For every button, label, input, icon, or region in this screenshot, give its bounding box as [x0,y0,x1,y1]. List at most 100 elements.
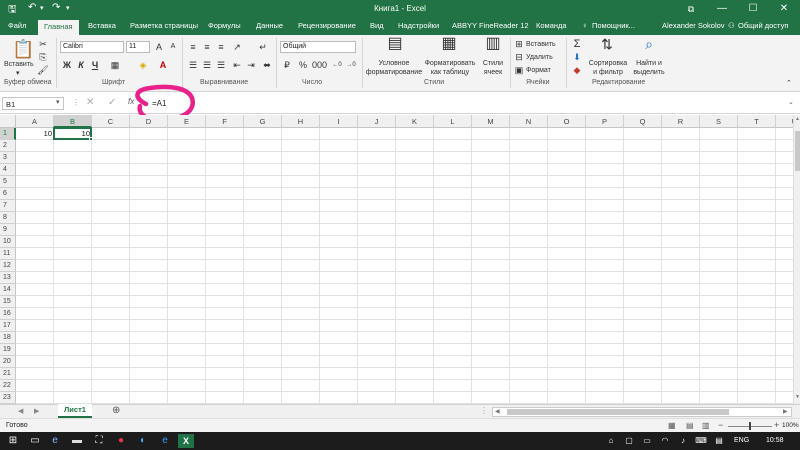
tell-me-search[interactable]: Помощник... [592,21,635,30]
column-header-h[interactable]: H [282,115,320,128]
row-header-8[interactable]: 8 [0,212,16,224]
column-header-n[interactable]: N [510,115,548,128]
format-painter-icon[interactable]: 🖌 [36,64,50,76]
row-header-19[interactable]: 19 [0,344,16,356]
new-sheet-icon[interactable]: ⊕ [112,405,120,416]
paste-icon[interactable]: 📋 [12,39,34,59]
battery-icon[interactable]: ▭ [640,434,654,448]
scroll-down-icon[interactable]: ▼ [795,394,800,400]
column-header-p[interactable]: P [586,115,624,128]
format-as-table-icon[interactable]: ▦ [440,36,458,56]
excel-taskbar-icon[interactable]: X [178,434,194,448]
decrease-indent-icon[interactable]: ⇤ [230,59,244,71]
align-left-icon[interactable]: ☰ [186,59,200,71]
delete-cells-button[interactable]: Удалить [526,53,553,62]
wifi-icon[interactable]: ◠ [658,434,672,448]
format-as-table-button[interactable]: Форматировать как таблицу [420,59,480,77]
row-header-6[interactable]: 6 [0,188,16,200]
ribbon-display-options-icon[interactable]: ⧉ [676,0,706,18]
row-header-1[interactable]: 1 [0,128,16,140]
fill-handle[interactable] [89,137,93,141]
clock[interactable]: 10:58 [766,437,784,444]
cell-styles-button[interactable]: Стили ячеек [478,59,508,77]
column-header-s[interactable]: S [700,115,738,128]
wrap-text-icon[interactable]: ↵ [256,41,270,53]
find-select-icon[interactable]: ⌕ [640,37,658,56]
action-center-icon[interactable]: ▤ [712,434,726,448]
column-header-c[interactable]: C [92,115,130,128]
font-color-icon[interactable]: A [156,59,170,71]
align-top-icon[interactable]: ≡ [186,41,200,53]
scroll-up-icon[interactable]: ▲ [795,116,800,122]
conditional-formatting-icon[interactable]: ▤ [386,36,404,56]
currency-icon[interactable]: ₽ [280,59,294,71]
edge-icon[interactable]: e [158,434,172,448]
scroll-thumb[interactable] [795,131,800,171]
column-header-l[interactable]: L [434,115,472,128]
column-header-a[interactable]: A [16,115,54,128]
row-header-17[interactable]: 17 [0,320,16,332]
close-button[interactable]: ✕ [769,0,799,18]
tab-data[interactable]: Данные [256,21,283,30]
store-icon[interactable]: ⛶ [92,434,106,448]
format-cells-icon[interactable]: ▣ [512,64,526,76]
sheet-tab-list1[interactable]: Лист1 [58,404,92,418]
row-header-20[interactable]: 20 [0,356,16,368]
next-sheet-icon[interactable]: ▶ [34,407,39,415]
row-header-5[interactable]: 5 [0,176,16,188]
column-header-t[interactable]: T [738,115,776,128]
column-header-m[interactable]: M [472,115,510,128]
zoom-in-icon[interactable]: + [774,420,779,430]
start-icon[interactable]: ⊞ [6,434,20,448]
tab-formulas[interactable]: Формулы [208,21,241,30]
collapse-ribbon-icon[interactable]: ⌃ [786,79,792,88]
tab-abbyy[interactable]: ABBYY FineReader 12 [452,21,529,30]
number-format-select[interactable]: Общий [280,41,356,53]
row-header-22[interactable]: 22 [0,380,16,392]
tab-home[interactable]: Главная [38,20,79,35]
row-header-3[interactable]: 3 [0,152,16,164]
sort-filter-button[interactable]: Сортировка и фильтр [586,59,630,77]
explorer-icon[interactable]: ▬ [70,434,84,448]
paste-button[interactable]: Вставить [4,60,34,69]
merge-center-icon[interactable]: ⬌ [260,59,274,71]
row-header-23[interactable]: 23 [0,392,16,404]
expand-formula-bar-icon[interactable]: ⌄ [788,98,794,106]
app-icon[interactable]: ● [114,434,128,448]
share-button[interactable]: Общий доступ [738,21,788,30]
column-header-u[interactable]: U [776,115,793,128]
row-header-10[interactable]: 10 [0,236,16,248]
column-header-f[interactable]: F [206,115,244,128]
name-box-dropdown-icon[interactable]: ▾ [56,98,60,106]
minimize-button[interactable]: — [707,0,737,18]
row-header-16[interactable]: 16 [0,308,16,320]
increase-decimal-icon[interactable]: ←0 [330,59,344,71]
page-layout-view-icon[interactable]: ▤ [686,421,694,430]
spreadsheet-grid[interactable]: ABCDEFGHIJKLMNOPQRSTU 123456789101112131… [0,115,793,404]
network-icon[interactable]: ⌂ [604,434,618,448]
delete-cells-icon[interactable]: ⊟ [512,51,526,63]
autosum-icon[interactable]: Σ [570,38,584,50]
tab-insert[interactable]: Вставка [88,21,116,30]
increase-indent-icon[interactable]: ⇥ [244,59,258,71]
tab-file[interactable]: Файл [8,21,26,30]
italic-button[interactable]: К [74,59,88,71]
normal-view-icon[interactable]: ▦ [668,421,676,430]
row-header-4[interactable]: 4 [0,164,16,176]
decrease-font-icon[interactable]: A [166,41,180,53]
scroll-right-icon[interactable]: ▶ [783,408,788,415]
align-center-icon[interactable]: ☰ [200,59,214,71]
row-header-13[interactable]: 13 [0,272,16,284]
insert-cells-icon[interactable]: ⊞ [512,38,526,50]
cell-styles-icon[interactable]: ▥ [484,36,502,56]
fill-color-icon[interactable]: ◈ [136,59,150,71]
lightbulb-icon[interactable]: ♀ [582,21,588,30]
comma-style-icon[interactable]: 000 [312,59,327,71]
row-header-2[interactable]: 2 [0,140,16,152]
percent-icon[interactable]: % [296,59,310,71]
splitter-icon[interactable]: ⋮ [480,406,488,415]
align-bottom-icon[interactable]: ≡ [214,41,228,53]
volume-icon[interactable]: ♪ [676,434,690,448]
tab-page-layout[interactable]: Разметка страницы [130,21,198,30]
orientation-icon[interactable]: ↗ [230,41,244,53]
